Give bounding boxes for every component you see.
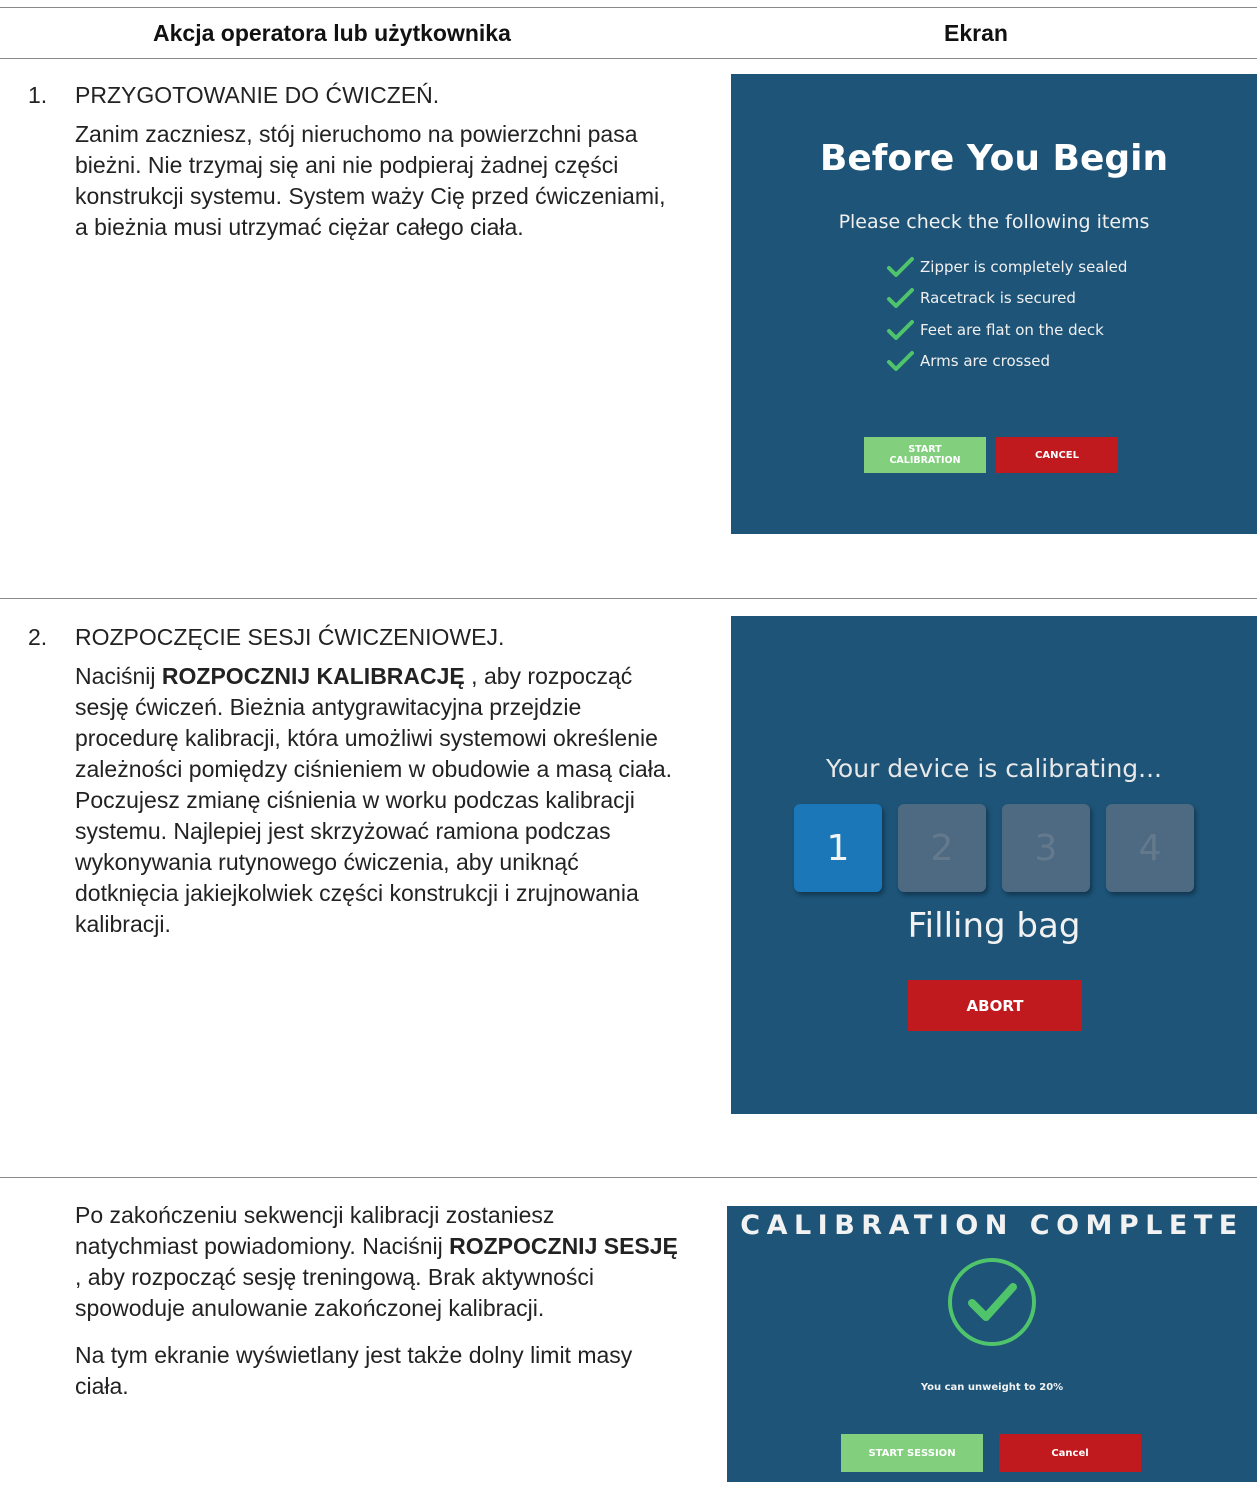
column-header-action: Akcja operatora lub użytkownika <box>153 20 511 46</box>
cancel-button[interactable]: CANCEL <box>996 437 1118 473</box>
step-3: Po zakończeniu sekwencji kalibracji zost… <box>28 1200 678 1418</box>
calibration-step-tile: 4 <box>1106 804 1194 892</box>
step-description: Po zakończeniu sekwencji kalibracji zost… <box>75 1200 678 1402</box>
step-paragraph: Na tym ekranie wyświetlany jest także do… <box>75 1342 633 1399</box>
step-paragraph: Naciśnij ROZPOCZNIJ KALIBRACJĘ , aby roz… <box>75 661 678 940</box>
calibration-step-tile: 3 <box>1002 804 1090 892</box>
abort-button[interactable]: ABORT <box>908 980 1082 1031</box>
calibration-status: Filling bag <box>907 906 1081 946</box>
step-number: 1. <box>28 82 48 108</box>
checklist-item-label: Racetrack is secured <box>920 289 1076 308</box>
step-2: 2. ROZPOCZĘCIE SESJI ĆWICZENIOWEJ. Naciś… <box>28 622 678 956</box>
row-divider <box>0 598 1257 599</box>
step-number: 2. <box>28 624 48 650</box>
step-description: Naciśnij ROZPOCZNIJ KALIBRACJĘ , aby roz… <box>75 661 678 940</box>
screen-subtitle: Please check the following items <box>838 211 1150 233</box>
step-1: 1. PRZYGOTOWANIE DO ĆWICZEŃ. Zanim zaczn… <box>28 80 678 259</box>
start-calibration-button[interactable]: START CALIBRATION <box>864 437 986 473</box>
checkmark-icon <box>887 351 914 372</box>
screen-title: Before You Begin <box>819 138 1169 179</box>
screen-title: Your device is calibrating... <box>825 754 1163 783</box>
table-top-rule <box>0 7 1257 8</box>
checklist-item: Feet are flat on the deck <box>886 314 1127 346</box>
row-divider <box>0 1177 1257 1178</box>
checklist: Zipper is completely sealed Racetrack is… <box>886 251 1127 377</box>
start-session-button[interactable]: START SESSION <box>841 1434 983 1472</box>
text-run: , aby rozpocząć sesję ćwiczeń. Bieżnia a… <box>75 663 673 937</box>
checklist-item-label: Feet are flat on the deck <box>920 320 1104 339</box>
before-you-begin-screenshot: Before You Begin Please check the follow… <box>731 74 1257 534</box>
unweight-limit-note: You can unweight to 20% <box>920 1382 1064 1393</box>
column-header-screen: Ekran <box>944 20 1008 46</box>
text-run: , aby rozpocząć sesję treningową. Brak a… <box>75 1264 595 1321</box>
step-paragraph: Zanim zaczniesz, stój nieruchomo na powi… <box>75 121 666 240</box>
bold-term: ROZPOCZNIJ SESJĘ <box>449 1233 678 1259</box>
check-circle-icon <box>948 1258 1036 1346</box>
screen-title: CALIBRATION COMPLETE <box>740 1210 1244 1241</box>
checklist-item: Racetrack is secured <box>886 283 1127 315</box>
cancel-button[interactable]: Cancel <box>999 1434 1141 1472</box>
calibration-step-tile: 2 <box>898 804 986 892</box>
checkmark-icon <box>887 319 914 340</box>
calibration-step-tile: 1 <box>794 804 882 892</box>
text-run: Naciśnij <box>75 663 162 689</box>
step-paragraph: Po zakończeniu sekwencji kalibracji zost… <box>75 1200 678 1324</box>
checklist-item: Arms are crossed <box>886 346 1127 378</box>
bold-term: ROZPOCZNIJ KALIBRACJĘ <box>161 663 465 689</box>
table-header-rule <box>0 58 1257 59</box>
checkmark-icon <box>887 256 914 277</box>
checklist-item-label: Zipper is completely sealed <box>920 257 1128 276</box>
checkmark-icon <box>887 288 914 309</box>
checklist-item-label: Arms are crossed <box>920 352 1051 371</box>
calibrating-screenshot: Your device is calibrating... 1 2 3 4 Fi… <box>731 616 1257 1114</box>
step-title: ROZPOCZĘCIE SESJI ĆWICZENIOWEJ. <box>75 624 505 650</box>
checklist-item: Zipper is completely sealed <box>886 251 1127 283</box>
step-description: Zanim zaczniesz, stój nieruchomo na powi… <box>75 119 678 243</box>
step-title: PRZYGOTOWANIE DO ĆWICZEŃ. <box>75 82 440 108</box>
calibration-complete-screenshot: CALIBRATION COMPLETE You can unweight to… <box>727 1206 1257 1482</box>
